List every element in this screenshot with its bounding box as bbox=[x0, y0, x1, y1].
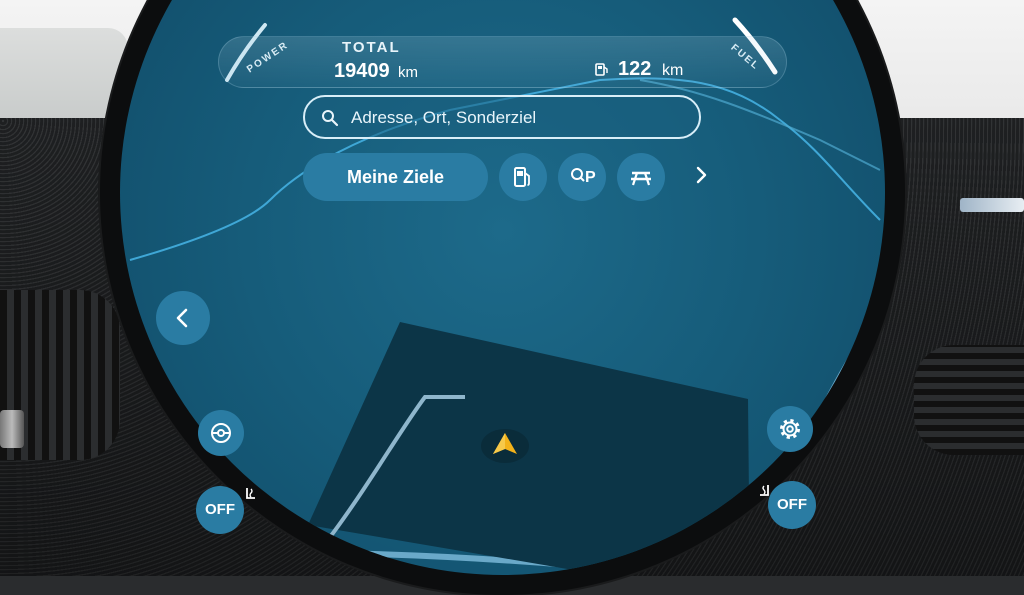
vent-knob bbox=[0, 410, 24, 448]
search-icon bbox=[322, 110, 339, 127]
parking-search-button[interactable]: P bbox=[558, 153, 606, 201]
back-button[interactable] bbox=[156, 291, 210, 345]
left-seat-heat-button[interactable]: OFF bbox=[196, 486, 244, 534]
seat-heating-icon bbox=[760, 485, 769, 496]
svg-text:P: P bbox=[585, 169, 596, 186]
fuel-station-button[interactable] bbox=[499, 153, 547, 201]
map-road bbox=[777, 297, 885, 502]
right-seat-heat-button[interactable]: OFF bbox=[768, 481, 816, 529]
fuel-pump-icon bbox=[595, 63, 608, 76]
chevron-right-icon[interactable] bbox=[690, 163, 714, 187]
parking-search-icon: P bbox=[571, 168, 596, 186]
search-input[interactable]: Adresse, Ort, Sonderziel bbox=[303, 95, 701, 139]
odometer-unit: km bbox=[398, 64, 418, 81]
seat-heating-icon bbox=[246, 488, 255, 499]
picnic-area-button[interactable] bbox=[617, 153, 665, 201]
dashboard-light-strip bbox=[960, 198, 1024, 212]
odometer-value: 19409 bbox=[334, 60, 390, 82]
right-air-vent bbox=[914, 345, 1024, 455]
gear-icon bbox=[780, 419, 800, 439]
total-label: TOTAL bbox=[342, 39, 401, 56]
settings-button[interactable] bbox=[767, 406, 813, 452]
range-value: 122 bbox=[618, 58, 652, 80]
status-bar bbox=[218, 36, 787, 88]
chevron-left-icon bbox=[176, 308, 188, 328]
left-heat-arc bbox=[175, 453, 193, 485]
steering-wheel-icon bbox=[211, 423, 231, 443]
steering-wheel-heat-button[interactable] bbox=[198, 410, 244, 456]
my-destinations-button[interactable]: Meine Ziele bbox=[303, 153, 488, 201]
right-heat-arc bbox=[813, 455, 835, 499]
right-cool-arc bbox=[753, 540, 781, 571]
range-unit: km bbox=[662, 62, 684, 79]
search-placeholder: Adresse, Ort, Sonderziel bbox=[351, 108, 537, 127]
left-cool-arc bbox=[225, 540, 261, 575]
navigation-arrow-icon bbox=[481, 429, 529, 463]
fuel-station-icon bbox=[514, 167, 530, 187]
picnic-table-icon bbox=[631, 171, 651, 186]
